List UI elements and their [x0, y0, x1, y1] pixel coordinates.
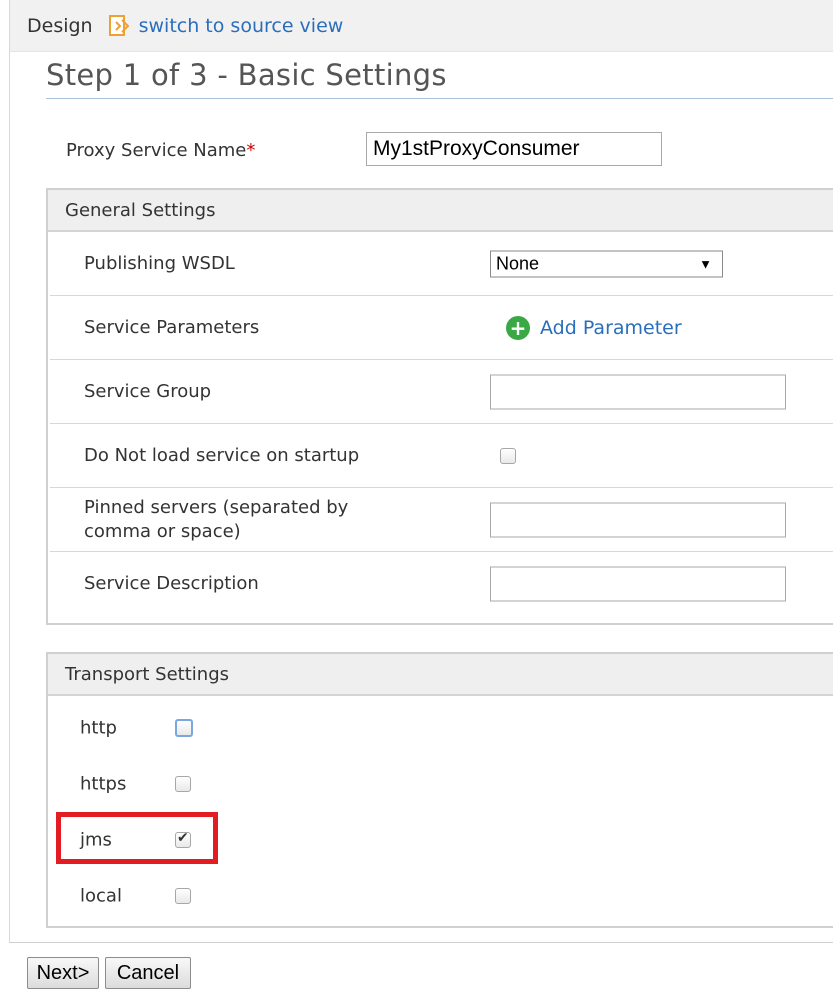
- do-not-load-row: Do Not load service on startup: [50, 424, 833, 488]
- source-view-icon[interactable]: [107, 14, 131, 38]
- page-title: Step 1 of 3 - Basic Settings: [46, 58, 447, 92]
- publishing-wsdl-label: Publishing WSDL: [84, 252, 235, 274]
- add-parameter-label: Add Parameter: [540, 316, 682, 339]
- service-group-input[interactable]: [490, 374, 786, 409]
- publishing-wsdl-value: None: [496, 253, 540, 273]
- transport-settings-panel: Transport Settings http https jms local: [46, 652, 833, 928]
- add-plus-icon: +: [506, 315, 530, 340]
- footer-divider: [9, 942, 833, 943]
- transport-row-local: local: [48, 868, 833, 924]
- service-description-label: Service Description: [84, 573, 259, 594]
- jms-highlight-box: [56, 812, 218, 864]
- proxy-name-label: Proxy Service Name*: [66, 140, 256, 161]
- pinned-servers-label: Pinned servers (separated by comma or spa…: [84, 496, 349, 542]
- pinned-servers-row: Pinned servers (separated by comma or spa…: [50, 488, 833, 552]
- left-border: [9, 52, 10, 942]
- proxy-name-input[interactable]: [366, 132, 662, 166]
- do-not-load-label: Do Not load service on startup: [84, 444, 360, 466]
- local-checkbox[interactable]: [175, 888, 191, 904]
- service-parameters-row: Service Parameters + Add Parameter: [50, 296, 833, 360]
- transport-row-http: http: [48, 700, 833, 756]
- service-group-row: Service Group: [50, 360, 833, 424]
- do-not-load-checkbox[interactable]: [500, 447, 516, 464]
- cancel-button[interactable]: Cancel: [105, 957, 191, 989]
- pinned-servers-input[interactable]: [490, 502, 786, 537]
- switch-to-source-link[interactable]: switch to source view: [139, 15, 344, 37]
- service-description-row: Service Description: [50, 552, 833, 616]
- required-marker: *: [246, 140, 256, 161]
- transport-settings-header: Transport Settings: [48, 654, 833, 696]
- title-divider: [46, 98, 833, 99]
- editor-mode-bar: Design switch to source view: [9, 0, 833, 52]
- dropdown-arrow-icon: ▼: [699, 256, 712, 271]
- transport-label-https: https: [80, 773, 127, 795]
- add-parameter-link[interactable]: + Add Parameter: [506, 315, 682, 340]
- general-settings-header: General Settings: [48, 190, 833, 232]
- transport-label-local: local: [80, 885, 122, 907]
- next-button[interactable]: Next>: [27, 957, 99, 989]
- publishing-wsdl-row: Publishing WSDL None ▼: [50, 232, 833, 296]
- https-checkbox[interactable]: [175, 776, 191, 792]
- transport-row-https: https: [48, 756, 833, 812]
- service-group-label: Service Group: [84, 380, 212, 402]
- service-description-input[interactable]: [490, 566, 786, 602]
- design-label: Design: [27, 14, 93, 37]
- http-checkbox[interactable]: [175, 719, 193, 737]
- general-settings-panel: General Settings Publishing WSDL None ▼ …: [46, 188, 833, 625]
- transport-label-http: http: [80, 717, 117, 739]
- publishing-wsdl-select[interactable]: None ▼: [490, 250, 723, 277]
- service-parameters-label: Service Parameters: [84, 316, 260, 338]
